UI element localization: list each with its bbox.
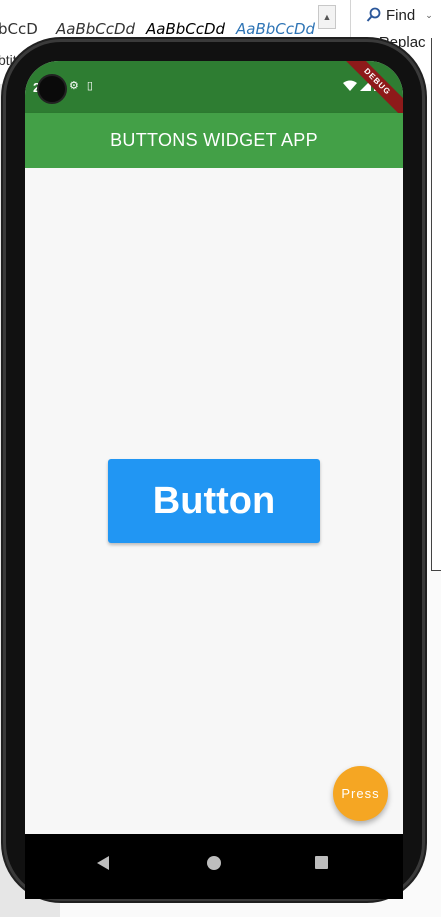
recents-icon[interactable]: [315, 856, 328, 869]
wifi-icon: [343, 80, 357, 91]
style-sample[interactable]: bCcD: [0, 20, 38, 38]
chevron-down-icon[interactable]: ⌄: [425, 10, 433, 21]
back-icon[interactable]: [97, 856, 109, 870]
app-title: BUTTONS WIDGET APP: [110, 130, 318, 150]
notification-icon: ⚙: [69, 80, 79, 92]
search-icon: [366, 7, 381, 22]
sim-icon: ▯: [86, 80, 93, 92]
style-sample[interactable]: AaBbCcDd: [236, 20, 315, 38]
app-body: Button Press: [25, 168, 403, 834]
phone-screen: 2 ⚙ ▯ DEBUG BUTTONS WIDGET APP Button Pr…: [25, 61, 403, 899]
navigation-bar: [25, 834, 403, 899]
app-bar: BUTTONS WIDGET APP: [25, 113, 403, 168]
status-bar: 2 ⚙ ▯ DEBUG: [25, 61, 403, 123]
document-page-edge: [431, 38, 441, 571]
style-sample[interactable]: AaBbCcDd: [146, 20, 225, 38]
status-icons-left: ⚙ ▯: [69, 79, 93, 92]
home-icon[interactable]: [207, 856, 221, 870]
main-button[interactable]: Button: [108, 459, 320, 543]
camera-cutout: [37, 74, 67, 104]
find-label: Find: [386, 6, 416, 24]
style-sample[interactable]: AaBbCcDd: [56, 20, 135, 38]
styles-scroll-up-icon[interactable]: ▲: [318, 5, 336, 29]
press-fab-button[interactable]: Press: [333, 766, 388, 821]
find-button[interactable]: Find ⌄: [366, 4, 433, 26]
